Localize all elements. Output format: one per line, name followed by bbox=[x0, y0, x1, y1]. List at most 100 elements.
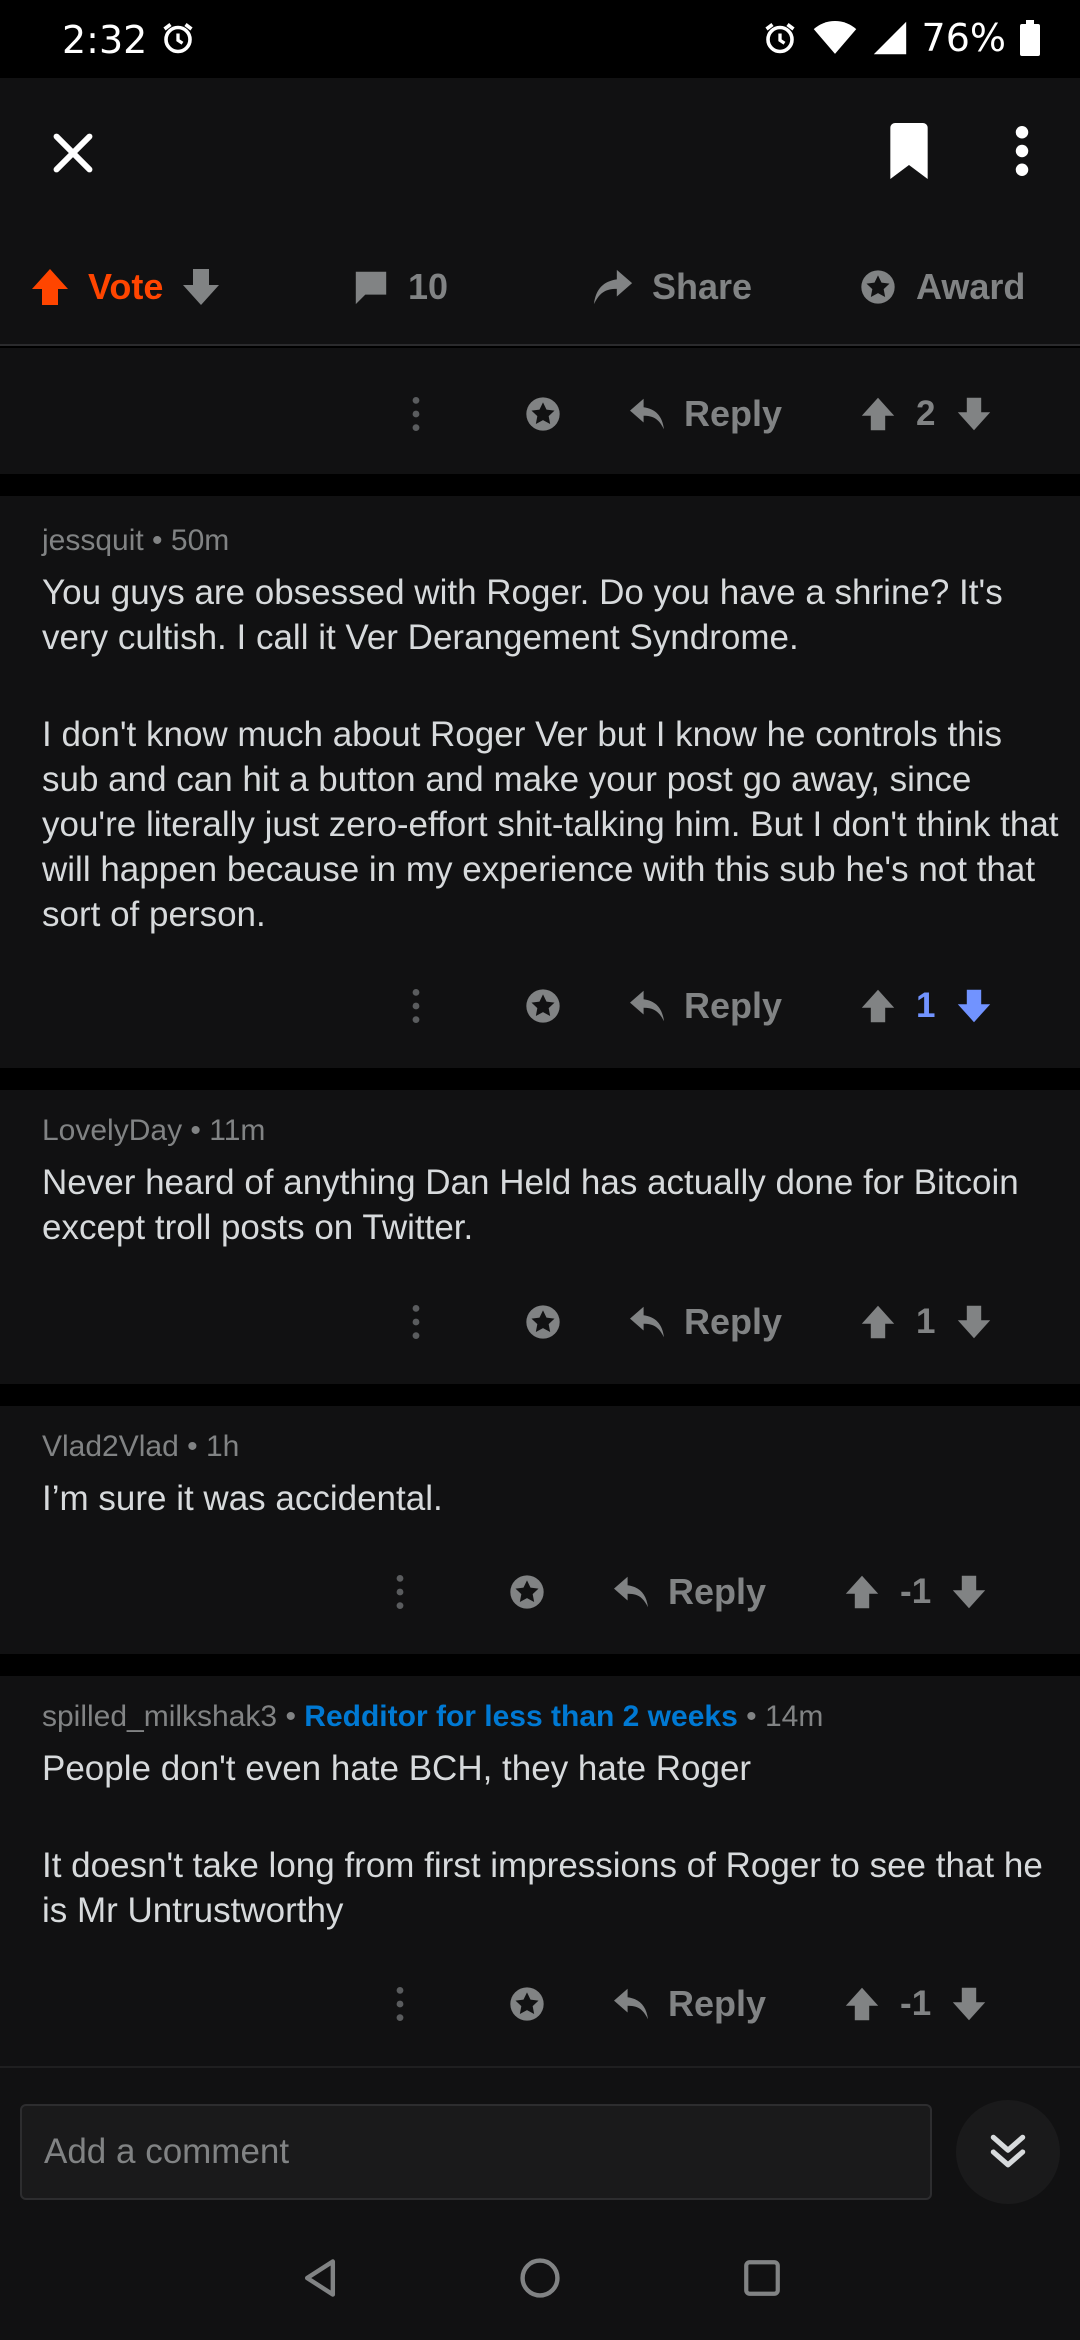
comment-more-button[interactable] bbox=[380, 1562, 420, 1622]
upvote-icon[interactable] bbox=[860, 1304, 896, 1340]
more-vertical-icon bbox=[1015, 126, 1029, 176]
comment-card: LovelyDay • 11m Never heard of anything … bbox=[0, 1090, 1080, 1384]
wifi-icon bbox=[813, 21, 856, 54]
comment-meta: jessquit • 50m bbox=[42, 524, 230, 557]
comment-score: 2 bbox=[916, 394, 936, 433]
comment-card: jessquit • 50m You guys are obsessed wit… bbox=[0, 496, 1080, 1068]
battery-percent: 76% bbox=[921, 16, 1006, 60]
comment-body: People don't even hate BCH, they hate Ro… bbox=[42, 1749, 1043, 1930]
close-button[interactable] bbox=[40, 120, 106, 186]
award-button[interactable]: Award bbox=[858, 228, 1025, 346]
downvote-icon[interactable] bbox=[181, 267, 221, 307]
comment-score: 1 bbox=[916, 1302, 936, 1341]
comment-card: Reply 2 bbox=[0, 348, 1080, 474]
double-chevron-down-icon bbox=[990, 2134, 1026, 2168]
status-bar: 2:32 76% bbox=[0, 0, 1080, 78]
nav-back-button[interactable] bbox=[290, 2248, 350, 2308]
award-icon bbox=[526, 989, 560, 1023]
comment-more-button[interactable] bbox=[396, 384, 436, 444]
reply-button[interactable]: Reply bbox=[612, 1983, 766, 2025]
comment-actions: Reply 2 bbox=[396, 374, 992, 454]
comment-age: 14m bbox=[764, 1700, 824, 1733]
comment-vote-control: 1 bbox=[860, 1302, 991, 1342]
comment-actions: Reply 1 bbox=[396, 966, 992, 1046]
vote-label: Vote bbox=[88, 266, 164, 307]
battery-icon bbox=[1020, 20, 1040, 56]
system-nav-bar bbox=[0, 2214, 1080, 2340]
alarm-icon bbox=[163, 23, 193, 54]
recents-square-icon bbox=[744, 2260, 780, 2296]
comment-score: -1 bbox=[900, 1984, 932, 2023]
comment-more-button[interactable] bbox=[396, 1292, 436, 1352]
comment-meta: LovelyDay • 11m bbox=[42, 1114, 266, 1147]
more-vertical-icon bbox=[396, 1987, 404, 2021]
nav-home-button[interactable] bbox=[510, 2248, 570, 2308]
more-vertical-icon bbox=[412, 989, 420, 1023]
save-post-button[interactable] bbox=[876, 114, 942, 188]
reply-button[interactable]: Reply bbox=[612, 1571, 766, 1613]
comment-award-button[interactable] bbox=[518, 976, 568, 1036]
upvote-icon[interactable] bbox=[860, 396, 896, 432]
user-flair: Redditor for less than 2 weeks bbox=[304, 1700, 738, 1733]
reply-button[interactable]: Reply bbox=[628, 1301, 782, 1343]
award-icon bbox=[861, 270, 895, 304]
comment-more-button[interactable] bbox=[380, 1974, 420, 2034]
comment-author[interactable]: Vlad2Vlad bbox=[42, 1430, 179, 1463]
reply-arrow-icon bbox=[614, 1576, 648, 1608]
comment-age: 1h bbox=[205, 1430, 240, 1463]
downvote-icon[interactable] bbox=[956, 1304, 992, 1340]
downvote-icon[interactable] bbox=[951, 1574, 987, 1610]
comment-vote-control: 1 bbox=[860, 986, 991, 1026]
more-vertical-icon bbox=[396, 1575, 404, 1609]
comment-author[interactable]: LovelyDay bbox=[42, 1114, 182, 1147]
add-comment-input[interactable] bbox=[20, 2104, 932, 2200]
next-comment-button[interactable] bbox=[956, 2100, 1060, 2204]
comment-more-button[interactable] bbox=[396, 976, 436, 1036]
comment-vote-control: -1 bbox=[844, 1572, 987, 1612]
cell-signal-icon bbox=[873, 21, 906, 55]
more-options-button[interactable] bbox=[994, 114, 1050, 188]
comment-award-button[interactable] bbox=[502, 1974, 552, 2034]
comment-body: Never heard of anything Dan Held has act… bbox=[42, 1163, 1019, 1247]
share-button[interactable]: Share bbox=[592, 228, 752, 346]
status-time: 2:32 bbox=[62, 18, 148, 62]
reply-button[interactable]: Reply bbox=[628, 985, 782, 1027]
downvote-icon[interactable] bbox=[956, 396, 992, 432]
alarm-icon bbox=[764, 23, 795, 54]
comment-author[interactable]: jessquit bbox=[42, 524, 144, 557]
comment-vote-control: 2 bbox=[860, 394, 991, 434]
downvote-icon[interactable] bbox=[956, 988, 992, 1024]
award-icon bbox=[526, 397, 560, 431]
comment-award-button[interactable] bbox=[518, 1292, 568, 1352]
comment-actions: Reply -1 bbox=[380, 1964, 987, 2044]
nav-recents-button[interactable] bbox=[732, 2248, 792, 2308]
upvote-icon[interactable] bbox=[30, 267, 70, 307]
award-label: Award bbox=[916, 266, 1026, 307]
upvote-icon[interactable] bbox=[844, 1574, 880, 1610]
award-icon bbox=[510, 1575, 544, 1609]
comment-meta: spilled_milkshak3 • Redditor for less th… bbox=[42, 1700, 824, 1733]
comment-vote-control: -1 bbox=[844, 1984, 987, 2024]
close-icon bbox=[53, 133, 93, 173]
back-triangle-icon bbox=[304, 2259, 336, 2297]
comment-body: You guys are obsessed with Roger. Do you… bbox=[42, 573, 1059, 934]
comment-award-button[interactable] bbox=[502, 1562, 552, 1622]
comment-award-button[interactable] bbox=[518, 384, 568, 444]
award-icon bbox=[526, 1305, 560, 1339]
reply-arrow-icon bbox=[630, 1306, 664, 1338]
comment-meta: Vlad2Vlad • 1h bbox=[42, 1430, 240, 1463]
comment-author[interactable]: spilled_milkshak3 bbox=[42, 1700, 277, 1733]
share-label: Share bbox=[652, 266, 753, 307]
reply-arrow-icon bbox=[614, 1988, 648, 2020]
share-arrow-icon bbox=[593, 269, 633, 305]
downvote-icon[interactable] bbox=[951, 1986, 987, 2022]
post-vote-control: Vote bbox=[30, 228, 221, 346]
comment-card: Vlad2Vlad • 1h I’m sure it was accidenta… bbox=[0, 1406, 1080, 1654]
reply-arrow-icon bbox=[630, 398, 664, 430]
upvote-icon[interactable] bbox=[860, 988, 896, 1024]
upvote-icon[interactable] bbox=[844, 1986, 880, 2022]
comments-button[interactable]: 10 bbox=[352, 228, 448, 346]
reply-button[interactable]: Reply bbox=[628, 393, 782, 435]
comment-score: 1 bbox=[916, 986, 936, 1025]
comment-age: 50m bbox=[170, 524, 230, 557]
